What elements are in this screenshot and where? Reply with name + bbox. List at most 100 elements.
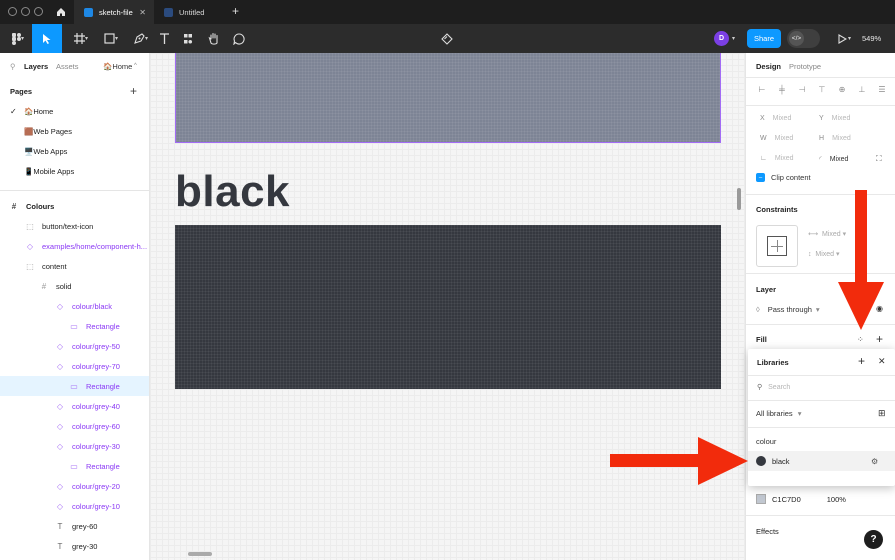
frame-tool[interactable] xyxy=(66,24,92,53)
layer-row[interactable]: ⬚ button/text-icon xyxy=(0,216,149,236)
layer-row[interactable]: ◇ colour/grey-30 xyxy=(0,436,149,456)
tab-untitled[interactable]: Untitled xyxy=(154,0,226,24)
vertical-constraint-select[interactable]: ↕ Mixed ▾ xyxy=(808,250,840,258)
share-button[interactable]: Share xyxy=(747,29,781,48)
layer-row[interactable]: ◇ colour/grey-20 xyxy=(0,476,149,496)
dev-mode-toggle[interactable]: </> xyxy=(787,29,820,48)
vertical-scrollbar[interactable] xyxy=(737,188,741,210)
window-minimize-button[interactable] xyxy=(21,7,30,16)
comment-tool[interactable] xyxy=(228,24,250,53)
main-menu-button[interactable] xyxy=(4,24,28,53)
page-item-mobile-apps[interactable]: 📱Mobile Apps xyxy=(10,161,145,181)
y-field[interactable]: Y Mixed xyxy=(819,115,850,122)
plugins-button[interactable] xyxy=(436,24,458,53)
align-center-v-icon[interactable]: ⊕ xyxy=(836,83,848,95)
layer-row-selected[interactable]: ▭ Rectangle xyxy=(0,376,149,396)
library-filter-select[interactable]: All libraries ▾ xyxy=(756,409,802,418)
height-field[interactable]: H Mixed xyxy=(819,135,851,142)
distribute-icon[interactable]: ☰ xyxy=(876,83,888,95)
library-search-input[interactable]: ⚲ Search xyxy=(757,383,790,392)
text-tool[interactable] xyxy=(154,24,174,53)
zoom-level[interactable]: 549% xyxy=(862,34,881,43)
pen-tool[interactable] xyxy=(126,24,152,53)
tab-assets[interactable]: Assets xyxy=(56,62,79,71)
layer-row[interactable]: T grey-60 xyxy=(0,516,149,536)
independent-corners-icon[interactable]: ⛶ xyxy=(876,154,882,164)
width-field[interactable]: W Mixed xyxy=(760,135,793,142)
page-item-web-pages[interactable]: 🟫Web Pages xyxy=(10,121,145,141)
search-icon[interactable]: ⚲ xyxy=(10,62,16,71)
text-icon: T xyxy=(57,541,63,551)
chevron-down-icon[interactable]: ▾ xyxy=(848,35,851,42)
horizontal-constraint-select[interactable]: ⟷ Mixed ▾ xyxy=(808,230,846,238)
colour-heading[interactable]: black xyxy=(175,170,290,214)
components-icon xyxy=(184,33,193,44)
tab-layers[interactable]: Layers xyxy=(24,62,48,71)
clip-content-checkbox[interactable]: – Clip content xyxy=(756,173,811,182)
tab-design[interactable]: Design xyxy=(756,62,781,71)
x-field[interactable]: X Mixed xyxy=(760,115,791,122)
horizontal-scrollbar[interactable] xyxy=(188,552,212,556)
align-top-icon[interactable]: ⊤ xyxy=(816,83,828,95)
layer-row[interactable]: # solid xyxy=(0,276,149,296)
library-item-black[interactable]: black ⚙ xyxy=(748,451,895,471)
add-fill-button[interactable]: + xyxy=(876,332,883,346)
colour-swatch-grey[interactable] xyxy=(175,53,721,143)
page-selector[interactable]: 🏠Home xyxy=(103,62,132,71)
fill-swatch[interactable] xyxy=(756,494,766,504)
blend-mode-select[interactable]: ◊ Pass through ▾ xyxy=(756,305,820,314)
close-icon[interactable]: ✕ xyxy=(878,356,886,367)
align-center-h-icon[interactable]: ╪ xyxy=(776,83,788,95)
page-item-home[interactable]: ✓ 🏠Home xyxy=(10,101,145,121)
layer-row[interactable]: ▭ Rectangle xyxy=(0,456,149,476)
tab-label: Untitled xyxy=(179,7,205,17)
constraint-widget[interactable] xyxy=(756,225,798,267)
chevron-down-icon[interactable]: ▾ xyxy=(732,35,735,42)
layer-row[interactable]: ◇ colour/grey-50 xyxy=(0,336,149,356)
page-item-web-apps[interactable]: 🖥️Web Apps xyxy=(10,141,145,161)
style-grid-icon[interactable]: ⁘ xyxy=(857,335,864,344)
fill-hex[interactable]: C1C7D0 xyxy=(772,495,801,504)
layer-row[interactable]: # Colours xyxy=(0,196,149,216)
tab-prototype[interactable]: Prototype xyxy=(789,62,821,71)
adjust-icon[interactable]: ⚙ xyxy=(871,457,878,466)
corner-radius-field[interactable]: ◜ Mixed xyxy=(819,155,848,163)
shape-tool[interactable] xyxy=(96,24,122,53)
window-close-button[interactable] xyxy=(8,7,17,16)
move-tool[interactable] xyxy=(32,24,62,53)
fill-opacity[interactable]: 100% xyxy=(827,495,846,504)
layer-row[interactable]: ◇ colour/grey-40 xyxy=(0,396,149,416)
layer-row[interactable]: ◇ examples/home/component-h... xyxy=(0,236,149,256)
align-right-icon[interactable]: ⊣ xyxy=(796,83,808,95)
layer-row[interactable]: T grey-30 xyxy=(0,536,149,556)
layer-row[interactable]: ◇ colour/grey-10 xyxy=(0,496,149,516)
close-icon[interactable]: ✕ xyxy=(139,8,146,17)
layer-label: colour/grey-60 xyxy=(72,421,120,431)
layer-row[interactable]: ◇ colour/grey-60 xyxy=(0,416,149,436)
new-tab-button[interactable]: + xyxy=(232,4,239,18)
window-maximize-button[interactable] xyxy=(34,7,43,16)
left-panel-tabs: ⚲ Layers Assets 🏠Home ^ xyxy=(0,53,150,79)
grid-view-icon[interactable]: ⊞ xyxy=(878,408,886,419)
canvas[interactable]: black xyxy=(150,53,745,560)
layer-row[interactable]: ◇ colour/grey-70 xyxy=(0,356,149,376)
tab-sketch-file[interactable]: sketch-file ✕ xyxy=(74,0,154,24)
colour-swatch-black[interactable] xyxy=(175,225,721,389)
add-library-button[interactable]: + xyxy=(858,354,865,368)
layer-row[interactable]: ◇ colour/black xyxy=(0,296,149,316)
align-left-icon[interactable]: ⊢ xyxy=(756,83,768,95)
align-bottom-icon[interactable]: ⊥ xyxy=(856,83,868,95)
layer-row[interactable]: ▭ Rectangle xyxy=(0,316,149,336)
avatar[interactable]: D xyxy=(714,31,729,46)
resources-tool[interactable] xyxy=(178,24,198,53)
fill-row[interactable]: C1C7D0 100% xyxy=(756,494,846,504)
help-button[interactable]: ? xyxy=(864,530,883,549)
rotation-field[interactable]: ∟ Mixed xyxy=(760,155,794,162)
add-page-button[interactable]: + xyxy=(130,84,137,98)
instance-icon: ◇ xyxy=(56,341,64,351)
layer-row[interactable]: ⬚ content xyxy=(0,256,149,276)
layer-label: colour/grey-20 xyxy=(72,481,120,491)
home-tab[interactable] xyxy=(50,0,72,24)
chevron-up-icon[interactable]: ^ xyxy=(134,63,137,69)
hand-tool[interactable] xyxy=(203,24,225,53)
